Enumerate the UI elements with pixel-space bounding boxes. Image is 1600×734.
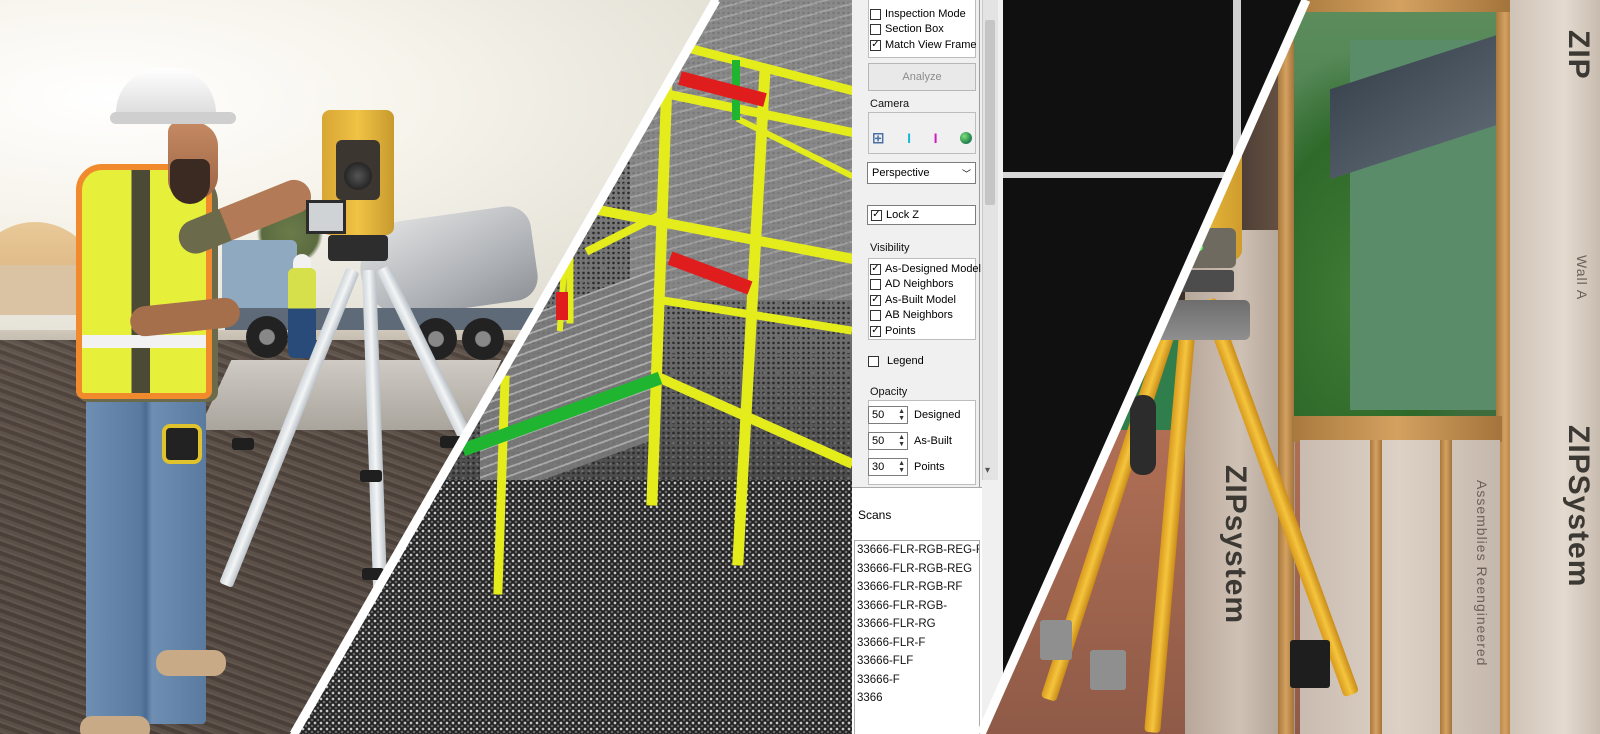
grid-view-icon[interactable]: ⊞ <box>872 129 885 147</box>
opacity-points-row: 30 ▲ ▼ Points <box>868 458 945 476</box>
scan-list-item[interactable]: 33666-FLR-RGB-REG <box>855 560 979 579</box>
tape-measure <box>162 424 202 464</box>
points-checkbox[interactable]: ✓ Points <box>870 324 916 338</box>
as-built-model-checkbox[interactable]: ✓ As-Built Model <box>870 293 956 307</box>
zip-brand-text: ZIP <box>1562 30 1595 80</box>
scan-list-item[interactable]: 33666-FLR-RGB-REG-RF <box>855 541 979 560</box>
collage: Inspection Mode Section Box ✓ Match View… <box>0 0 1600 734</box>
globe-icon[interactable] <box>960 132 972 144</box>
wood-header <box>1290 0 1510 12</box>
check-icon[interactable]: ✓ <box>870 39 881 51</box>
opacity-points-spinner[interactable]: 30 ▲ ▼ <box>868 458 908 476</box>
sheathing-label: Wall A <box>1574 255 1590 301</box>
scan-list-item[interactable]: 33666-FLR-RGB-RF <box>855 578 979 597</box>
checkbox-box[interactable] <box>870 278 881 290</box>
i-beam-cyan-icon[interactable]: I <box>907 130 911 146</box>
scans-panel: Scans 33666-FLR-RGB-REG-RF 33666-FLR-RGB… <box>852 487 982 734</box>
boot <box>156 650 226 676</box>
scrollbar-thumb[interactable] <box>985 20 995 205</box>
checkbox-box[interactable] <box>870 309 881 321</box>
checkbox-box[interactable] <box>868 355 879 367</box>
opacity-designed-spinner[interactable]: 50 ▲ ▼ <box>868 406 908 424</box>
inspection-mode-checkbox[interactable]: Inspection Mode <box>870 7 966 21</box>
check-icon[interactable]: ✓ <box>870 263 881 275</box>
spinner-arrows-icon[interactable]: ▲ ▼ <box>898 460 905 474</box>
checkbox-box[interactable] <box>870 8 881 20</box>
sheathing-label: Assemblies Reengineered <box>1474 480 1490 667</box>
scan-list-item[interactable]: 33666-FLR-RGB- <box>855 597 979 616</box>
camera-toolbar: ⊞ I I <box>872 128 972 148</box>
total-station <box>306 100 408 270</box>
visibility-heading: Visibility <box>870 242 910 254</box>
tripod-clamp <box>1090 650 1126 690</box>
check-icon[interactable]: ✓ <box>870 325 881 337</box>
scan-list-item[interactable]: 3366 <box>855 689 979 708</box>
tripod-clamp <box>1040 620 1072 660</box>
analyze-button[interactable]: Analyze <box>868 63 976 91</box>
properties-scrollbar[interactable]: ▾ <box>982 0 998 480</box>
tripod-clamp <box>362 568 384 580</box>
lens <box>344 162 372 190</box>
boot <box>80 716 150 734</box>
wood-stud <box>1440 440 1452 734</box>
tripod-clamp <box>232 438 254 450</box>
tribrach <box>328 235 388 261</box>
projection-dropdown[interactable]: Perspective ﹀ <box>867 162 976 184</box>
i-beam-magenta-icon[interactable]: I <box>934 130 938 146</box>
scan-list-item[interactable]: 33666-FLR-F <box>855 634 979 653</box>
zip-sheathing-right <box>1510 0 1600 734</box>
checkbox-box[interactable] <box>870 23 881 35</box>
opacity-designed-row: 50 ▲ ▼ Designed <box>868 406 960 424</box>
as-designed-model-checkbox[interactable]: ✓ As-Designed Model <box>870 262 981 276</box>
spinner-arrows-icon[interactable]: ▲ ▼ <box>898 434 905 448</box>
wood-stud <box>1278 0 1294 734</box>
opacity-as-built-row: 50 ▲ ▼ As-Built <box>868 432 952 450</box>
scans-list[interactable]: 33666-FLR-RGB-REG-RF 33666-FLR-RGB-REG 3… <box>854 540 980 734</box>
tripod-clamp <box>360 470 382 482</box>
tripod-foot <box>1290 640 1330 688</box>
match-view-frame-checkbox[interactable]: ✓ Match View Frame <box>870 38 977 52</box>
lock-z-checkbox[interactable]: ✓ Lock Z <box>867 205 976 225</box>
scan-list-item[interactable]: 33666-FLR-RG <box>855 615 979 634</box>
ad-neighbors-checkbox[interactable]: AD Neighbors <box>870 277 953 291</box>
section-box-checkbox[interactable]: Section Box <box>870 22 944 36</box>
hard-hat-brim <box>110 112 236 124</box>
spinner-arrows-icon[interactable]: ▲ ▼ <box>898 408 905 422</box>
beard <box>170 159 210 204</box>
check-icon[interactable]: ✓ <box>870 294 881 306</box>
wood-stud <box>1370 440 1382 734</box>
check-icon[interactable]: ✓ <box>871 209 882 221</box>
opacity-heading: Opacity <box>870 386 908 398</box>
tripod-clamp <box>440 436 462 448</box>
ab-neighbors-checkbox[interactable]: AB Neighbors <box>870 308 953 322</box>
surveyor-worker <box>70 64 317 734</box>
scroll-down-icon[interactable]: ▾ <box>985 465 990 476</box>
background-worker <box>288 254 316 358</box>
truck-wheel <box>462 318 504 360</box>
legend-checkbox[interactable]: Legend <box>868 354 924 368</box>
controller-display <box>306 200 346 234</box>
chevron-down-icon: ﹀ <box>961 168 971 179</box>
truck-wheel <box>246 316 288 358</box>
scan-list-item[interactable]: 33666-FLF <box>855 652 979 671</box>
scans-heading: Scans <box>858 508 892 522</box>
tripod-strap <box>1130 395 1156 475</box>
zip-brand-text: ZIPSystem <box>1562 425 1595 588</box>
window-sill <box>1292 416 1502 442</box>
zip-brand-text: ZIPsystem <box>1219 465 1252 625</box>
opacity-as-built-spinner[interactable]: 50 ▲ ▼ <box>868 432 908 450</box>
scan-list-item[interactable]: 33666-F <box>855 671 979 690</box>
zip-sheathing-middle <box>1300 440 1500 734</box>
camera-heading: Camera <box>870 98 910 110</box>
